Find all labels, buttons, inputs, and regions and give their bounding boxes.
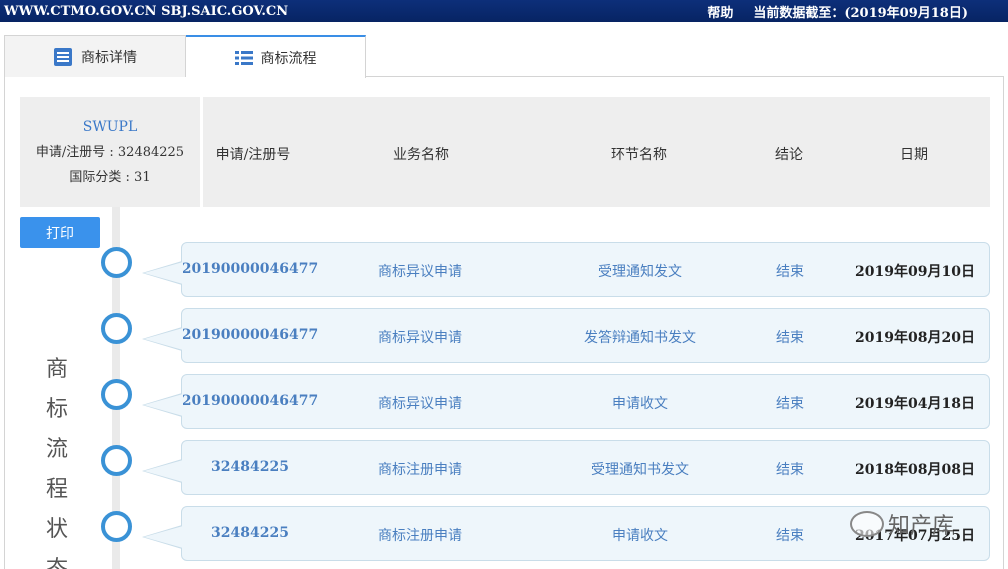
business-name[interactable]: 商标注册申请 bbox=[378, 525, 462, 545]
tab-trademark-details[interactable]: 商标详情 bbox=[4, 35, 186, 77]
column-header: 日期 bbox=[900, 147, 928, 163]
registration-number: 申请/注册号 : 32484225 bbox=[35, 145, 185, 160]
date: 2018年08月08日 bbox=[855, 462, 975, 478]
process-row: 20190000046477 商标异议申请 申请收文 结束 2019年04月18… bbox=[142, 374, 990, 429]
tab-label: 商标流程 bbox=[260, 50, 317, 67]
list-icon bbox=[234, 50, 253, 65]
step-name[interactable]: 申请收文 bbox=[612, 393, 668, 413]
result[interactable]: 结束 bbox=[776, 261, 804, 281]
column-header: 环节名称 bbox=[611, 147, 667, 163]
table-header: 申请/注册号 业务名称 环节名称 结论 日期 bbox=[203, 97, 990, 207]
step-name[interactable]: 发答辩通知书发文 bbox=[584, 327, 696, 347]
business-name[interactable]: 商标异议申请 bbox=[378, 393, 462, 413]
column-header: 结论 bbox=[775, 147, 803, 163]
column-header: 申请/注册号 bbox=[215, 147, 291, 163]
trademark-name: SWUPL bbox=[82, 119, 138, 135]
date: 2019年04月18日 bbox=[855, 396, 975, 412]
result[interactable]: 结束 bbox=[776, 459, 804, 479]
wechat-icon bbox=[850, 511, 884, 537]
business-name[interactable]: 商标注册申请 bbox=[378, 459, 462, 479]
help-link[interactable]: 帮助 bbox=[707, 2, 733, 21]
date: 2019年09月10日 bbox=[855, 264, 975, 280]
step-name[interactable]: 受理通知发文 bbox=[598, 261, 682, 281]
step-name[interactable]: 受理通知书发文 bbox=[591, 459, 689, 479]
international-class: 国际分类 : 31 bbox=[69, 170, 151, 185]
date: 2019年08月20日 bbox=[855, 330, 975, 346]
tab-label: 商标详情 bbox=[81, 49, 137, 66]
process-row: 20190000046477 商标异议申请 发答辩通知书发文 结束 2019年0… bbox=[142, 308, 990, 363]
result[interactable]: 结束 bbox=[776, 525, 804, 545]
application-number[interactable]: 20190000046477 bbox=[182, 261, 318, 277]
application-number[interactable]: 20190000046477 bbox=[182, 393, 318, 409]
document-icon bbox=[54, 47, 72, 66]
top-bar: WWW.CTMO.GOV.CN SBJ.SAIC.GOV.CN 帮助 当前数据截… bbox=[0, 0, 1008, 22]
trademark-info-box: SWUPL 申请/注册号 : 32484225 国际分类 : 31 bbox=[20, 97, 200, 207]
application-number[interactable]: 20190000046477 bbox=[182, 327, 318, 343]
tab-bar: 商标详情 商标流程 bbox=[4, 35, 1004, 78]
timeline-node bbox=[101, 247, 132, 278]
step-name[interactable]: 申请收文 bbox=[612, 525, 668, 545]
watermark: 知产库 bbox=[850, 508, 954, 540]
column-header: 业务名称 bbox=[393, 147, 449, 163]
print-button[interactable]: 打印 bbox=[20, 217, 100, 248]
result[interactable]: 结束 bbox=[776, 327, 804, 347]
process-row: 20190000046477 商标异议申请 受理通知发文 结束 2019年09月… bbox=[142, 242, 990, 297]
business-name[interactable]: 商标异议申请 bbox=[378, 327, 462, 347]
tab-trademark-process[interactable]: 商标流程 bbox=[186, 35, 366, 78]
timeline-node bbox=[101, 379, 132, 410]
site-domains: WWW.CTMO.GOV.CN SBJ.SAIC.GOV.CN bbox=[4, 3, 289, 19]
application-number[interactable]: 32484225 bbox=[211, 525, 289, 541]
application-number[interactable]: 32484225 bbox=[211, 459, 289, 475]
timeline-node bbox=[101, 445, 132, 476]
watermark-text: 知产库 bbox=[888, 514, 955, 539]
process-row: 32484225 商标注册申请 受理通知书发文 结束 2018年08月08日 bbox=[142, 440, 990, 495]
business-name[interactable]: 商标异议申请 bbox=[378, 261, 462, 281]
result[interactable]: 结束 bbox=[776, 393, 804, 413]
process-status-title: 商 标 流 程 状 态 bbox=[45, 357, 70, 569]
data-date-label: 当前数据截至：(2019年09月18日) bbox=[753, 5, 968, 21]
timeline-node bbox=[101, 313, 132, 344]
timeline-node bbox=[101, 511, 132, 542]
